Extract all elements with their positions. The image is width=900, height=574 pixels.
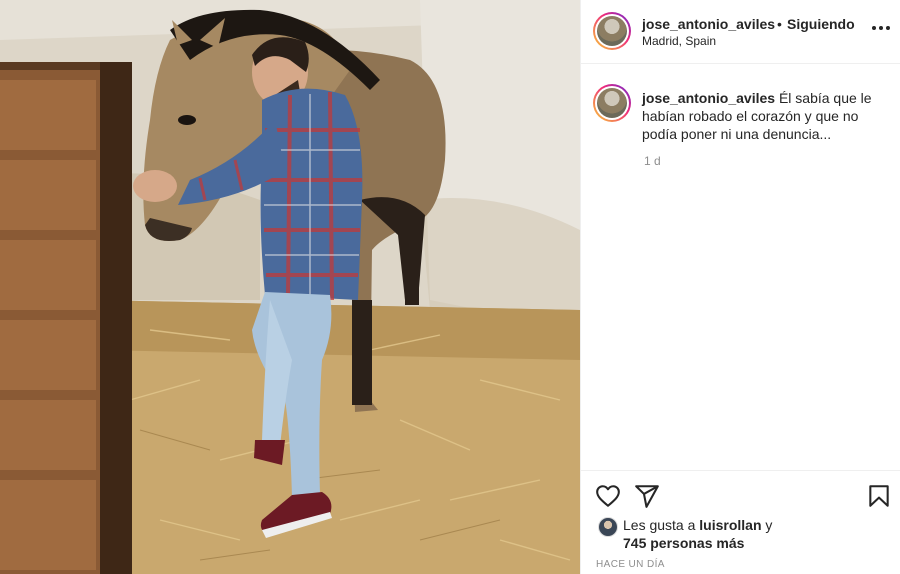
likes-prefix: Les gusta a (623, 517, 696, 533)
caption-timestamp[interactable]: 1 d (644, 154, 661, 168)
liker-username[interactable]: luisrollan (699, 517, 761, 533)
post-details-panel: jose_antonio_aviles • Siguiendo Madrid, … (580, 0, 900, 574)
post-actions: Les gusta a luisrollan y 745 personas má… (581, 470, 900, 574)
likes-suffix: y (765, 517, 773, 533)
heart-icon[interactable] (595, 483, 621, 509)
header-separator: • (777, 16, 782, 32)
liker-avatar[interactable] (598, 517, 618, 537)
post-header: jose_antonio_aviles • Siguiendo Madrid, … (581, 0, 900, 64)
more-options-icon[interactable] (871, 18, 891, 38)
post-date[interactable]: HACE UN DÍA (596, 559, 665, 570)
bookmark-icon[interactable] (866, 483, 892, 509)
stable-photo-illustration (0, 0, 580, 574)
paper-plane-icon[interactable] (634, 483, 660, 509)
likes-summary: Les gusta a luisrollan y (623, 517, 772, 533)
likes-count-link[interactable]: 745 personas más (623, 535, 744, 551)
post-caption: jose_antonio_aviles Él sabía que le habí… (642, 89, 882, 143)
caption-avatar[interactable] (593, 84, 631, 122)
caption-username[interactable]: jose_antonio_aviles (642, 90, 775, 106)
header-avatar[interactable] (593, 12, 631, 50)
header-username[interactable]: jose_antonio_aviles (642, 16, 775, 32)
header-location[interactable]: Madrid, Spain (642, 34, 716, 48)
following-button[interactable]: Siguiendo (787, 16, 855, 32)
post-photo[interactable] (0, 0, 580, 574)
